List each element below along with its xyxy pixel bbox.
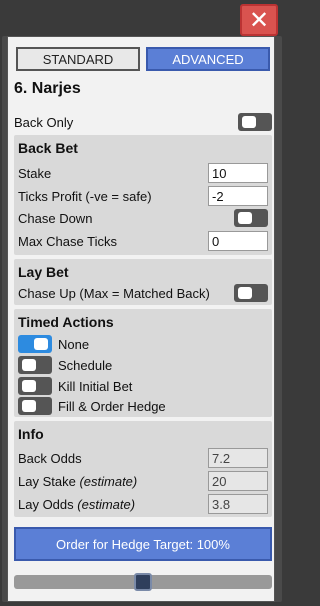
back-odds-label: Back Odds — [18, 450, 82, 466]
fill-order-hedge-label: Fill & Order Hedge — [58, 398, 166, 414]
close-icon: ✕ — [248, 6, 270, 34]
timed-actions-section: Timed Actions None Schedule Kill Initial… — [14, 309, 272, 417]
back-bet-section: Back Bet Stake 10 Ticks Profit (-ve = sa… — [14, 135, 272, 255]
stake-label: Stake — [18, 165, 52, 181]
close-button[interactable]: ✕ — [240, 4, 278, 36]
lay-stake-row: Lay Stake (estimate) 20 — [18, 471, 268, 491]
back-only-row: Back Only — [14, 113, 272, 131]
timed-option: Fill & Order Hedge — [18, 397, 218, 415]
chase-down-toggle[interactable] — [234, 209, 268, 227]
info-title: Info — [18, 426, 44, 442]
back-bet-title: Back Bet — [18, 140, 78, 156]
kill-initial-bet-toggle[interactable] — [18, 377, 52, 395]
lay-odds-note: (estimate) — [77, 496, 136, 512]
schedule-toggle[interactable] — [18, 356, 52, 374]
fill-order-hedge-toggle[interactable] — [18, 397, 52, 415]
lay-bet-section: Lay Bet Chase Up (Max = Matched Back) — [14, 259, 272, 305]
chase-up-label: Chase Up (Max = Matched Back) — [18, 285, 210, 301]
settings-panel: STANDARD ADVANCED 6. Narjes Back Only Ba… — [7, 36, 275, 602]
back-odds-value: 7.2 — [208, 448, 268, 468]
lay-odds-label: Lay Odds — [18, 496, 74, 512]
tab-advanced[interactable]: ADVANCED — [146, 47, 270, 71]
hedge-slider-handle[interactable] — [134, 573, 152, 591]
stake-input[interactable]: 10 — [208, 163, 268, 183]
schedule-label: Schedule — [58, 357, 113, 373]
lay-stake-note: (estimate) — [79, 473, 138, 489]
ticks-profit-row: Ticks Profit (-ve = safe) -2 — [18, 186, 268, 206]
max-chase-label: Max Chase Ticks — [18, 233, 117, 249]
timed-option: None — [18, 335, 218, 353]
ticks-profit-label: Ticks Profit (-ve = safe) — [18, 188, 152, 204]
back-odds-row: Back Odds 7.2 — [18, 448, 268, 468]
mode-tabs: STANDARD ADVANCED — [16, 47, 270, 71]
lay-bet-title: Lay Bet — [18, 264, 69, 280]
lay-stake-label: Lay Stake — [18, 473, 76, 489]
back-only-label: Back Only — [14, 114, 74, 130]
order-hedge-button[interactable]: Order for Hedge Target: 100% — [14, 527, 272, 561]
window: STANDARD ADVANCED 6. Narjes Back Only Ba… — [2, 36, 282, 602]
info-section: Info Back Odds 7.2 Lay Stake (estimate) … — [14, 421, 272, 517]
lay-odds-value: 3.8 — [208, 494, 268, 514]
kill-initial-bet-label: Kill Initial Bet — [58, 378, 133, 394]
hedge-slider[interactable] — [14, 573, 272, 591]
timed-option: Kill Initial Bet — [18, 377, 218, 395]
none-toggle[interactable] — [18, 335, 52, 353]
max-chase-row: Max Chase Ticks 0 — [18, 231, 268, 251]
chase-up-row: Chase Up (Max = Matched Back) — [18, 284, 268, 302]
lay-stake-value: 20 — [208, 471, 268, 491]
chase-down-row: Chase Down — [18, 209, 268, 227]
max-chase-input[interactable]: 0 — [208, 231, 268, 251]
lay-stake-label-group: Lay Stake (estimate) — [18, 474, 137, 489]
timed-actions-title: Timed Actions — [18, 314, 114, 330]
page-title: 6. Narjes — [14, 80, 81, 97]
ticks-profit-input[interactable]: -2 — [208, 186, 268, 206]
lay-odds-row: Lay Odds (estimate) 3.8 — [18, 494, 268, 514]
lay-odds-label-group: Lay Odds (estimate) — [18, 497, 135, 512]
chase-down-label: Chase Down — [18, 210, 93, 226]
back-only-toggle[interactable] — [238, 113, 272, 131]
none-label: None — [58, 336, 90, 352]
stake-row: Stake 10 — [18, 163, 268, 183]
chase-up-toggle[interactable] — [234, 284, 268, 302]
tab-standard[interactable]: STANDARD — [16, 47, 140, 71]
timed-option: Schedule — [18, 356, 218, 374]
